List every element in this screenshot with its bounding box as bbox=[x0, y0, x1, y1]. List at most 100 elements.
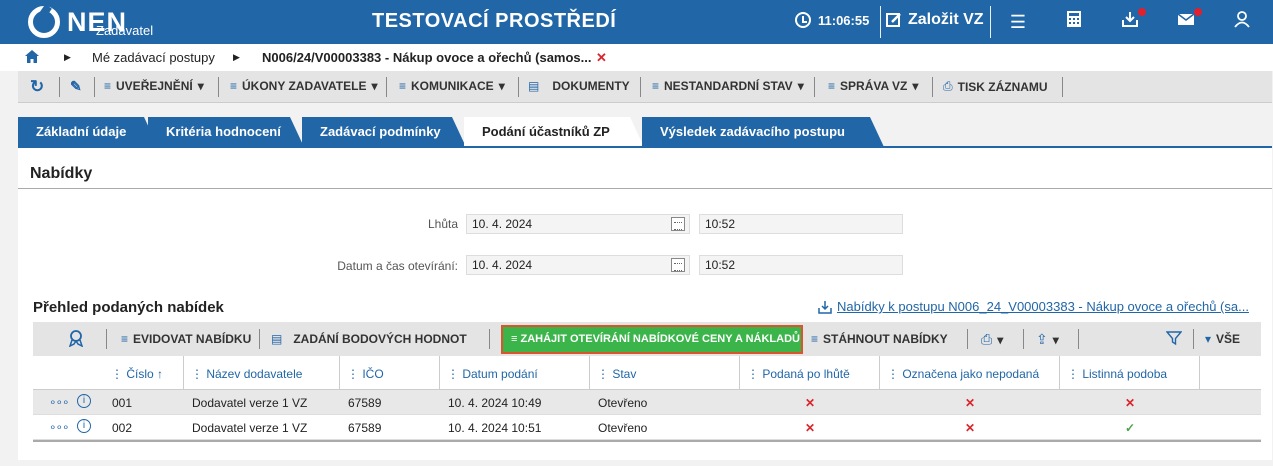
inbox-download-icon[interactable] bbox=[1118, 8, 1146, 34]
tab-podani-ucastniku[interactable]: Podání účastníků ZP bbox=[464, 117, 644, 147]
lhuta-time-value: 10:52 bbox=[705, 217, 736, 231]
tab-zakladni-udaje[interactable]: Základní údaje bbox=[18, 117, 158, 147]
cell-ico: 67589 bbox=[348, 421, 382, 435]
panel-divider bbox=[18, 188, 1272, 189]
toolbar-divider bbox=[1078, 329, 1079, 349]
menu-icon[interactable]: ☰ bbox=[1006, 10, 1030, 34]
lhuta-date-value: 10. 4. 2024 bbox=[472, 217, 533, 231]
zahajit-oteviraní-button[interactable]: ≡ ZAHÁJIT OTEVÍRÁNÍ NABÍDKOVÉ CENY A NÁK… bbox=[501, 325, 803, 354]
tab-kriteria-hodnoceni[interactable]: Kritéria hodnocení bbox=[148, 117, 304, 147]
column-divider bbox=[1059, 356, 1060, 390]
tisk-label: TISK ZÁZNAMU bbox=[957, 79, 1048, 94]
caret-down-icon: ▾ bbox=[371, 79, 378, 93]
filter-icon[interactable] bbox=[1165, 330, 1183, 349]
toolbar-divider bbox=[218, 77, 219, 97]
print-menu[interactable]: ⎙ ▾ bbox=[981, 331, 1003, 348]
more-options-icon[interactable]: ∘∘∘ bbox=[49, 420, 70, 434]
cross-icon: ✕ bbox=[805, 421, 816, 435]
dokumenty-button[interactable]: ▤ DOKUMENTY bbox=[528, 79, 630, 93]
col-ico[interactable]: ⋮ IČO bbox=[347, 367, 384, 381]
home-icon[interactable] bbox=[25, 50, 39, 66]
col-listinna[interactable]: ⋮ Listinná podoba bbox=[1067, 367, 1167, 381]
more-options-icon[interactable]: ∘∘∘ bbox=[49, 395, 70, 409]
uverejneni-menu[interactable]: ≡ UVEŘEJNĚNÍ ▾ bbox=[104, 79, 204, 93]
cell-ico: 67589 bbox=[348, 396, 382, 410]
calendar-icon[interactable] bbox=[671, 258, 685, 272]
calendar-icon[interactable] bbox=[671, 217, 685, 231]
dokumenty-label: DOKUMENTY bbox=[552, 79, 630, 93]
ukony-menu[interactable]: ≡ ÚKONY ZADAVATELE ▾ bbox=[230, 79, 378, 93]
document-icon: ▤ bbox=[271, 332, 283, 346]
otevirani-label: Datum a čas otevírání: bbox=[337, 259, 458, 273]
print-icon: ⎙ bbox=[981, 331, 993, 347]
col-podana[interactable]: ⋮ Podaná po lhůtě bbox=[747, 367, 850, 381]
offers-download-link[interactable]: Nabídky k postupu N006_24_V00003383 - Ná… bbox=[818, 299, 1249, 314]
pencil-icon[interactable]: ✎ bbox=[70, 78, 82, 95]
breadcrumb-item[interactable]: Mé zadávací postupy bbox=[92, 50, 215, 65]
close-icon[interactable]: ✕ bbox=[596, 50, 607, 66]
download-icon bbox=[818, 300, 832, 314]
col-stav[interactable]: ⋮ Stav bbox=[597, 367, 636, 381]
breadcrumb-current[interactable]: N006/24/V00003383 - Nákup ovoce a ořechů… bbox=[262, 50, 592, 65]
info-icon[interactable]: i bbox=[77, 394, 91, 408]
otevirani-time-field[interactable]: 10:52 bbox=[699, 255, 903, 275]
uverejneni-label: UVEŘEJNĚNÍ bbox=[116, 79, 193, 93]
col-cislo[interactable]: ⋮ Číslo ↑ bbox=[111, 367, 163, 381]
stahnout-label: STÁHNOUT NABÍDKY bbox=[823, 332, 948, 346]
user-icon[interactable] bbox=[1230, 10, 1254, 34]
cell-datum: 10. 4. 2024 10:49 bbox=[448, 396, 542, 410]
toolbar-divider bbox=[1023, 329, 1024, 349]
lhuta-time-field[interactable]: 10:52 bbox=[699, 214, 903, 234]
toolbar-divider bbox=[1062, 77, 1063, 97]
export-menu[interactable]: ⇪ ▾ bbox=[1036, 331, 1059, 348]
info-icon[interactable]: i bbox=[77, 419, 91, 433]
create-vz-button[interactable]: Založit VZ bbox=[886, 11, 984, 29]
lhuta-date-field[interactable]: 10. 4. 2024 bbox=[466, 214, 690, 234]
vse-label: VŠE bbox=[1216, 332, 1241, 346]
toolbar-divider bbox=[967, 329, 968, 349]
cell-cislo: 002 bbox=[112, 421, 133, 435]
evidovat-button[interactable]: ≡ EVIDOVAT NABÍDKU bbox=[121, 332, 251, 346]
tab-zadavaci-podminky[interactable]: Zadávací podmínky bbox=[302, 117, 466, 147]
komunikace-label: KOMUNIKACE bbox=[411, 79, 494, 93]
tab-strip: Základní údaje Kritéria hodnocení Zadáva… bbox=[18, 117, 1272, 147]
table-row[interactable]: ∘∘∘ i 002 Dodavatel verze 1 VZ 67589 10.… bbox=[33, 415, 1261, 440]
session-clock: 11:06:55 bbox=[795, 12, 869, 28]
table-row[interactable]: ∘∘∘ i 001 Dodavatel verze 1 VZ 67589 10.… bbox=[33, 390, 1261, 415]
col-nazev[interactable]: ⋮ Název dodavatele bbox=[191, 367, 302, 381]
zahajit-label: ZAHÁJIT OTEVÍRÁNÍ NABÍDKOVÉ CENY A NÁKLA… bbox=[520, 333, 800, 345]
vse-filter[interactable]: ▾ VŠE bbox=[1205, 332, 1240, 346]
notification-dot bbox=[1194, 8, 1202, 16]
cell-datum: 10. 4. 2024 10:51 bbox=[448, 421, 542, 435]
toolbar-divider bbox=[386, 77, 387, 97]
calculator-icon[interactable] bbox=[1062, 10, 1086, 34]
nestandardni-menu[interactable]: ≡ NESTANDARDNÍ STAV ▾ bbox=[652, 79, 804, 93]
col-datum[interactable]: ⋮ Datum podání bbox=[447, 367, 538, 381]
tab-vysledek[interactable]: Výsledek zadávacího postupu bbox=[642, 117, 884, 147]
komunikace-menu[interactable]: ≡ KOMUNIKACE ▾ bbox=[399, 79, 505, 93]
sprava-menu[interactable]: ≡ SPRÁVA VZ ▾ bbox=[828, 79, 918, 93]
col-oznacena[interactable]: ⋮ Označena jako nepodaná bbox=[887, 367, 1039, 381]
list-icon: ≡ bbox=[828, 79, 836, 93]
toolbar-divider bbox=[932, 77, 933, 97]
logo-circle-icon bbox=[28, 6, 60, 38]
toolbar-divider bbox=[518, 77, 519, 97]
caret-down-icon: ▾ bbox=[1205, 332, 1212, 346]
print-icon: ⎙ bbox=[943, 79, 953, 93]
caret-down-icon: ▾ bbox=[997, 332, 1004, 347]
otevirani-date-field[interactable]: 10. 4. 2024 bbox=[466, 255, 690, 275]
zadani-button[interactable]: ▤ ZADÁNÍ BODOVÝCH HODNOT bbox=[271, 332, 467, 346]
sprava-label: SPRÁVA VZ bbox=[840, 79, 908, 93]
offers-link-label: Nabídky k postupu N006_24_V00003383 - Ná… bbox=[837, 299, 1249, 314]
mail-icon[interactable] bbox=[1174, 8, 1202, 34]
top-bar: NEN Zadavatel TESTOVACÍ PROSTŘEDÍ 11:06:… bbox=[0, 0, 1273, 44]
refresh-icon[interactable]: ↻ bbox=[30, 77, 44, 97]
export-icon: ⇪ bbox=[1036, 331, 1048, 347]
col-stav-label: Stav bbox=[612, 367, 637, 381]
award-icon[interactable] bbox=[67, 329, 85, 350]
otevirani-date-value: 10. 4. 2024 bbox=[472, 258, 533, 272]
col-datum-label: Datum podání bbox=[462, 367, 538, 381]
tisk-button[interactable]: ⎙ TISK ZÁZNAMU bbox=[943, 79, 1048, 94]
column-divider bbox=[879, 356, 880, 390]
stahnout-button[interactable]: ≡ STÁHNOUT NABÍDKY bbox=[811, 332, 948, 346]
